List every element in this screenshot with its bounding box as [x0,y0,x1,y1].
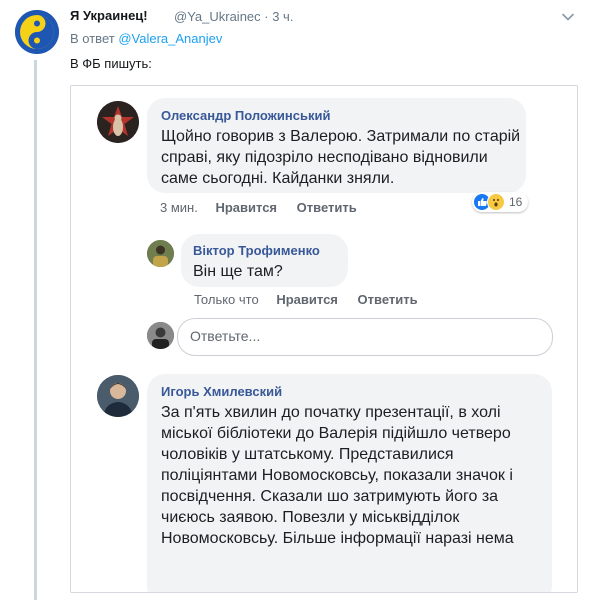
person-avatar-icon [97,375,139,417]
reply-to-line: В ответ @Valera_Ananjev [70,31,222,46]
reply-bubble: Віктор Трофименко Він ще там? [181,234,348,287]
comment-avatar[interactable] [97,101,139,143]
comment-avatar[interactable] [97,375,139,417]
yin-yang-avatar-icon [15,10,59,54]
reply-time[interactable]: Только что [194,292,259,307]
reactions-count: 16 [509,195,523,209]
thread-line [34,60,37,600]
chevron-down-icon[interactable] [559,8,577,26]
current-user-avatar[interactable] [147,322,174,349]
author-name[interactable]: Я Украинец! [70,8,148,23]
reply-like-button[interactable]: Нравится [276,292,338,307]
wow-reaction-icon [487,193,505,211]
reactions-badge[interactable]: 16 [472,192,529,212]
embedded-screenshot[interactable]: Олександр Положинський Щойно говорив з В… [70,85,578,593]
reply-to-handle-link[interactable]: @Valera_Ananjev [118,31,222,46]
comment-author[interactable]: Игорь Хмилевский [161,384,282,399]
star-avatar-icon [97,101,139,143]
person-avatar-icon [147,240,174,267]
reply-input[interactable] [178,319,530,353]
reply-meta: Только что Нравится Ответить [194,292,418,307]
reply-button[interactable]: Ответить [297,200,357,215]
author-avatar[interactable] [15,10,59,54]
like-button[interactable]: Нравится [215,200,277,215]
reply-avatar[interactable] [147,240,174,267]
reply-prefix: В ответ [70,31,115,46]
comment-meta: 3 мин. Нравится Ответить [160,200,357,215]
person-avatar-icon [147,322,174,349]
comment-author[interactable]: Олександр Положинський [161,108,330,123]
reply-author[interactable]: Віктор Трофименко [193,243,320,258]
comment-bubble: Игорь Хмилевский За п'ять хвилин до поча… [147,374,552,592]
comment-bubble: Олександр Положинський Щойно говорив з В… [147,98,526,193]
comment-time[interactable]: 3 мин. [160,200,198,215]
reply-text: Він ще там? [193,263,283,280]
reply-field[interactable] [177,318,553,356]
reply-reply-button[interactable]: Ответить [358,292,418,307]
comment-text: За п'ять хвилин до початку презентації, … [161,404,514,547]
author-handle-time[interactable]: @Ya_Ukrainec · 3 ч. [174,9,293,24]
comment-text: Щойно говорив з Валерою. Затримали по ст… [161,128,521,187]
tweet-text: В ФБ пишуть: [70,56,152,71]
